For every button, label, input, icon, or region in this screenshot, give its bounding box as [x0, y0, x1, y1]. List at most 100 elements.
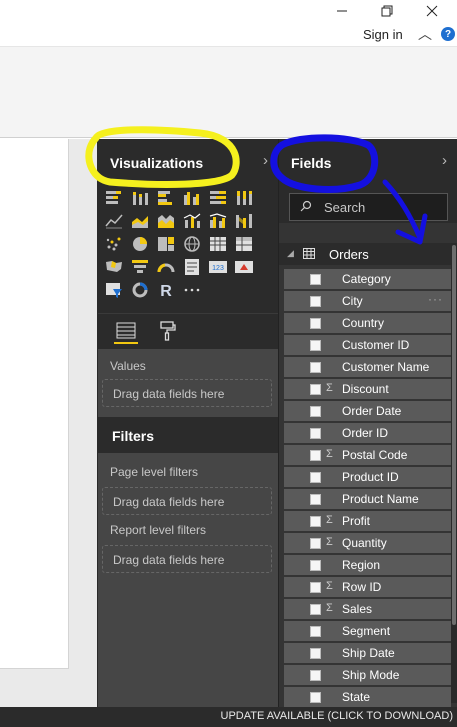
field-row[interactable]: Region [284, 555, 451, 575]
fields-title: Fields [291, 155, 332, 171]
fields-scrollbar[interactable] [451, 243, 457, 703]
multi-row-card-icon[interactable] [182, 258, 202, 276]
field-checkbox[interactable] [310, 472, 321, 483]
clustered-bar-chart-icon[interactable] [156, 189, 176, 207]
field-row[interactable]: Σ Profit [284, 511, 451, 531]
field-checkbox[interactable] [310, 560, 321, 571]
ribbon-chart-icon[interactable] [234, 212, 254, 230]
field-more-options-icon[interactable]: ··· [428, 292, 443, 306]
table-visual-icon[interactable] [208, 235, 228, 253]
field-row[interactable]: Ship Mode [284, 665, 451, 685]
field-checkbox[interactable] [310, 692, 321, 703]
field-row[interactable]: Order Date [284, 401, 451, 421]
field-row[interactable]: Customer Name [284, 357, 451, 377]
field-row[interactable]: Σ Discount [284, 379, 451, 399]
sigma-icon: Σ [326, 448, 333, 460]
field-row[interactable]: State [284, 687, 451, 707]
fields-tab-icon[interactable] [114, 320, 138, 344]
field-checkbox[interactable] [310, 296, 321, 307]
card-icon[interactable]: 123 [208, 258, 228, 276]
field-row[interactable]: Product Name [284, 489, 451, 509]
slicer-icon[interactable] [104, 281, 124, 299]
field-checkbox[interactable] [310, 516, 321, 527]
field-row[interactable]: Category [284, 269, 451, 289]
field-row[interactable]: Σ Row ID [284, 577, 451, 597]
field-checkbox[interactable] [310, 362, 321, 373]
field-row[interactable]: City ··· [284, 291, 451, 311]
field-row[interactable]: Product ID [284, 467, 451, 487]
field-checkbox[interactable] [310, 494, 321, 505]
field-checkbox[interactable] [310, 648, 321, 659]
minimize-icon [337, 10, 347, 12]
field-label: Postal Code [342, 448, 408, 462]
field-row[interactable]: Ship Date [284, 643, 451, 663]
field-row[interactable]: Order ID [284, 423, 451, 443]
field-checkbox[interactable] [310, 450, 321, 461]
field-checkbox[interactable] [310, 340, 321, 351]
visualizations-collapse-chevron-icon[interactable]: › [263, 152, 268, 169]
field-checkbox[interactable] [310, 604, 321, 615]
ribbon [0, 46, 457, 138]
minimize-button[interactable] [319, 0, 365, 22]
page-level-filters-dropzone[interactable]: Drag data fields here [102, 487, 272, 515]
field-row[interactable]: Σ Quantity [284, 533, 451, 553]
field-checkbox[interactable] [310, 274, 321, 285]
report-page[interactable] [0, 139, 69, 669]
field-checkbox[interactable] [310, 538, 321, 549]
stacked-area-chart-icon[interactable] [156, 212, 176, 230]
gauge-icon[interactable] [156, 258, 176, 276]
100-stacked-column-chart-icon[interactable] [234, 189, 254, 207]
restore-button[interactable] [364, 0, 410, 22]
fields-scrollbar-thumb[interactable] [452, 245, 456, 625]
close-button[interactable] [409, 0, 455, 22]
treemap-icon[interactable] [156, 235, 176, 253]
table-orders-header[interactable]: ◢ Orders [279, 243, 457, 265]
filled-map-icon[interactable] [104, 258, 124, 276]
field-row[interactable]: Customer ID [284, 335, 451, 355]
area-chart-icon[interactable] [130, 212, 150, 230]
donut-chart-icon[interactable] [130, 281, 150, 299]
field-row[interactable]: Country [284, 313, 451, 333]
map-globe-icon[interactable] [182, 235, 202, 253]
line-and-stacked-column-chart-icon[interactable] [182, 212, 202, 230]
line-chart-icon[interactable] [104, 212, 124, 230]
field-checkbox[interactable] [310, 318, 321, 329]
field-checkbox[interactable] [310, 626, 321, 637]
values-dropzone[interactable]: Drag data fields here [102, 379, 272, 407]
kpi-icon[interactable] [234, 258, 254, 276]
sign-in-link[interactable]: Sign in [363, 27, 403, 42]
help-icon[interactable]: ? [441, 27, 455, 41]
fields-collapse-chevron-icon[interactable]: › [442, 152, 447, 169]
field-checkbox[interactable] [310, 428, 321, 439]
field-row[interactable]: Σ Sales [284, 599, 451, 619]
format-paint-roller-icon[interactable] [158, 320, 178, 342]
field-label: Ship Mode [342, 668, 400, 682]
field-label: Sales [342, 602, 373, 616]
report-level-filters-dropzone[interactable]: Drag data fields here [102, 545, 272, 573]
field-label: Customer Name [342, 360, 430, 374]
stacked-bar-chart-icon[interactable] [104, 189, 124, 207]
sigma-icon: Σ [326, 382, 333, 394]
funnel-chart-icon[interactable] [130, 258, 150, 276]
field-checkbox[interactable] [310, 582, 321, 593]
collapse-ribbon-chevron-up-icon[interactable]: ︿ [418, 24, 432, 44]
update-available-link[interactable]: UPDATE AVAILABLE (CLICK TO DOWNLOAD) [221, 710, 453, 722]
field-row[interactable]: Σ Postal Code [284, 445, 451, 465]
field-checkbox[interactable] [310, 670, 321, 681]
clustered-column-chart-icon[interactable] [182, 189, 202, 207]
table-name: Orders [329, 247, 369, 262]
matrix-visual-icon[interactable] [234, 235, 254, 253]
field-checkbox[interactable] [310, 384, 321, 395]
scatter-chart-icon[interactable] [104, 235, 124, 253]
field-row[interactable]: Segment [284, 621, 451, 641]
pie-chart-icon[interactable] [130, 235, 150, 253]
field-label: Customer ID [342, 338, 410, 352]
line-and-clustered-column-chart-icon[interactable] [208, 212, 228, 230]
r-script-visual-icon[interactable]: R [156, 281, 176, 299]
field-checkbox[interactable] [310, 406, 321, 417]
more-visuals-ellipsis-icon[interactable] [182, 281, 202, 299]
stacked-column-chart-icon[interactable] [130, 189, 150, 207]
fields-search-input[interactable]: Search [289, 193, 448, 221]
expand-caret-icon[interactable]: ◢ [287, 248, 294, 259]
100-stacked-bar-chart-icon[interactable] [208, 189, 228, 207]
